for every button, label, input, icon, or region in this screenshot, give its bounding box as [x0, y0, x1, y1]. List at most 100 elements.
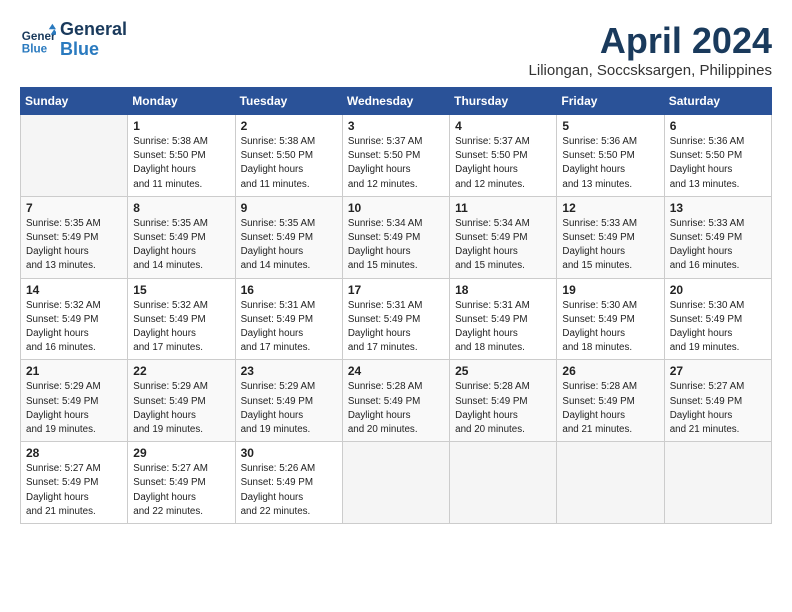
calendar-cell: 8 Sunrise: 5:35 AMSunset: 5:49 PMDaylight… — [128, 196, 235, 278]
day-info: Sunrise: 5:36 AMSunset: 5:50 PMDaylight … — [562, 135, 658, 192]
day-number: 10 — [348, 201, 444, 215]
logo: General Blue General Blue — [20, 20, 127, 60]
day-number: 21 — [26, 364, 122, 378]
day-info: Sunrise: 5:29 AMSunset: 5:49 PMDaylight … — [133, 380, 229, 437]
calendar-cell: 1 Sunrise: 5:38 AMSunset: 5:50 PMDaylight… — [128, 115, 235, 197]
day-number: 12 — [562, 201, 658, 215]
day-info: Sunrise: 5:29 AMSunset: 5:49 PMDaylight … — [241, 380, 337, 437]
logo-text-blue: Blue — [60, 40, 127, 60]
day-number: 24 — [348, 364, 444, 378]
day-info: Sunrise: 5:38 AMSunset: 5:50 PMDaylight … — [133, 135, 229, 192]
calendar-cell — [557, 442, 664, 524]
day-info: Sunrise: 5:35 AMSunset: 5:49 PMDaylight … — [241, 217, 337, 274]
calendar-cell — [664, 442, 771, 524]
calendar-cell: 15 Sunrise: 5:32 AMSunset: 5:49 PMDayligh… — [128, 278, 235, 360]
calendar-cell — [450, 442, 557, 524]
calendar-cell: 18 Sunrise: 5:31 AMSunset: 5:49 PMDayligh… — [450, 278, 557, 360]
calendar-cell: 13 Sunrise: 5:33 AMSunset: 5:49 PMDayligh… — [664, 196, 771, 278]
day-number: 27 — [670, 364, 766, 378]
logo-text-general: General — [60, 20, 127, 40]
day-number: 3 — [348, 119, 444, 133]
calendar-cell: 30Sunrise: 5:26 AMSunset: 5:49 PMDayligh… — [235, 442, 342, 524]
calendar-cell: 2 Sunrise: 5:38 AMSunset: 5:50 PMDaylight… — [235, 115, 342, 197]
calendar-cell: 28 Sunrise: 5:27 AMSunset: 5:49 PMDayligh… — [21, 442, 128, 524]
day-number: 4 — [455, 119, 551, 133]
calendar-cell: 25 Sunrise: 5:28 AMSunset: 5:49 PMDayligh… — [450, 360, 557, 442]
day-number: 2 — [241, 119, 337, 133]
calendar-cell: 11Sunrise: 5:34 AMSunset: 5:49 PMDayligh… — [450, 196, 557, 278]
day-number: 19 — [562, 283, 658, 297]
month-title: April 2024 — [529, 20, 772, 62]
day-number: 13 — [670, 201, 766, 215]
calendar-week-row-4: 21 Sunrise: 5:29 AMSunset: 5:49 PMDayligh… — [21, 360, 772, 442]
calendar-cell: 4 Sunrise: 5:37 AMSunset: 5:50 PMDaylight… — [450, 115, 557, 197]
svg-text:Blue: Blue — [22, 42, 48, 55]
calendar-cell: 10Sunrise: 5:34 AMSunset: 5:49 PMDayligh… — [342, 196, 449, 278]
calendar-cell — [21, 115, 128, 197]
weekday-header-friday: Friday — [557, 88, 664, 115]
weekday-header-wednesday: Wednesday — [342, 88, 449, 115]
day-info: Sunrise: 5:31 AMSunset: 5:49 PMDaylight … — [241, 299, 337, 356]
day-info: Sunrise: 5:33 AMSunset: 5:49 PMDaylight … — [670, 217, 766, 274]
svg-text:General: General — [22, 30, 56, 43]
calendar-cell: 6Sunrise: 5:36 AMSunset: 5:50 PMDaylight… — [664, 115, 771, 197]
calendar-cell: 9 Sunrise: 5:35 AMSunset: 5:49 PMDaylight… — [235, 196, 342, 278]
day-info: Sunrise: 5:27 AMSunset: 5:49 PMDaylight … — [133, 462, 229, 519]
day-info: Sunrise: 5:31 AMSunset: 5:49 PMDaylight … — [455, 299, 551, 356]
calendar-cell: 20 Sunrise: 5:30 AMSunset: 5:49 PMDayligh… — [664, 278, 771, 360]
day-number: 17 — [348, 283, 444, 297]
day-number: 28 — [26, 446, 122, 460]
day-info: Sunrise: 5:36 AMSunset: 5:50 PMDaylight … — [670, 135, 766, 192]
calendar-cell: 12 Sunrise: 5:33 AMSunset: 5:49 PMDayligh… — [557, 196, 664, 278]
calendar-week-row-3: 14 Sunrise: 5:32 AMSunset: 5:49 PMDayligh… — [21, 278, 772, 360]
day-info: Sunrise: 5:32 AMSunset: 5:49 PMDaylight … — [133, 299, 229, 356]
day-info: Sunrise: 5:38 AMSunset: 5:50 PMDaylight … — [241, 135, 337, 192]
calendar-cell: 24 Sunrise: 5:28 AMSunset: 5:49 PMDayligh… — [342, 360, 449, 442]
calendar-table: SundayMondayTuesdayWednesdayThursdayFrid… — [20, 87, 772, 524]
day-info: Sunrise: 5:33 AMSunset: 5:49 PMDaylight … — [562, 217, 658, 274]
day-number: 16 — [241, 283, 337, 297]
day-number: 14 — [26, 283, 122, 297]
calendar-cell: 22Sunrise: 5:29 AMSunset: 5:49 PMDayligh… — [128, 360, 235, 442]
calendar-cell: 19 Sunrise: 5:30 AMSunset: 5:49 PMDayligh… — [557, 278, 664, 360]
day-number: 26 — [562, 364, 658, 378]
day-info: Sunrise: 5:30 AMSunset: 5:49 PMDaylight … — [562, 299, 658, 356]
calendar-cell: 17 Sunrise: 5:31 AMSunset: 5:49 PMDayligh… — [342, 278, 449, 360]
day-number: 9 — [241, 201, 337, 215]
calendar-cell: 29 Sunrise: 5:27 AMSunset: 5:49 PMDayligh… — [128, 442, 235, 524]
day-info: Sunrise: 5:35 AMSunset: 5:49 PMDaylight … — [26, 217, 122, 274]
calendar-cell: 7 Sunrise: 5:35 AMSunset: 5:49 PMDaylight… — [21, 196, 128, 278]
day-number: 18 — [455, 283, 551, 297]
weekday-header-saturday: Saturday — [664, 88, 771, 115]
calendar-cell: 23Sunrise: 5:29 AMSunset: 5:49 PMDayligh… — [235, 360, 342, 442]
calendar-cell: 3Sunrise: 5:37 AMSunset: 5:50 PMDaylight… — [342, 115, 449, 197]
weekday-header-sunday: Sunday — [21, 88, 128, 115]
day-info: Sunrise: 5:35 AMSunset: 5:49 PMDaylight … — [133, 217, 229, 274]
page-header: General Blue General Blue April 2024 Lil… — [20, 20, 772, 79]
day-number: 29 — [133, 446, 229, 460]
day-info: Sunrise: 5:27 AMSunset: 5:49 PMDaylight … — [26, 462, 122, 519]
day-info: Sunrise: 5:28 AMSunset: 5:49 PMDaylight … — [455, 380, 551, 437]
day-number: 8 — [133, 201, 229, 215]
day-info: Sunrise: 5:29 AMSunset: 5:49 PMDaylight … — [26, 380, 122, 437]
day-info: Sunrise: 5:34 AMSunset: 5:49 PMDaylight … — [455, 217, 551, 274]
day-info: Sunrise: 5:26 AMSunset: 5:49 PMDaylight … — [241, 462, 337, 519]
day-number: 15 — [133, 283, 229, 297]
calendar-cell — [342, 442, 449, 524]
day-info: Sunrise: 5:31 AMSunset: 5:49 PMDaylight … — [348, 299, 444, 356]
calendar-week-row-5: 28 Sunrise: 5:27 AMSunset: 5:49 PMDayligh… — [21, 442, 772, 524]
day-number: 7 — [26, 201, 122, 215]
day-number: 20 — [670, 283, 766, 297]
day-info: Sunrise: 5:30 AMSunset: 5:49 PMDaylight … — [670, 299, 766, 356]
day-info: Sunrise: 5:32 AMSunset: 5:49 PMDaylight … — [26, 299, 122, 356]
day-info: Sunrise: 5:28 AMSunset: 5:49 PMDaylight … — [348, 380, 444, 437]
logo-icon: General Blue — [20, 22, 56, 58]
day-number: 25 — [455, 364, 551, 378]
day-number: 5 — [562, 119, 658, 133]
day-info: Sunrise: 5:28 AMSunset: 5:49 PMDaylight … — [562, 380, 658, 437]
day-number: 1 — [133, 119, 229, 133]
title-block: April 2024 Liliongan, Soccsksargen, Phil… — [529, 20, 772, 79]
calendar-cell: 16 Sunrise: 5:31 AMSunset: 5:49 PMDayligh… — [235, 278, 342, 360]
day-info: Sunrise: 5:37 AMSunset: 5:50 PMDaylight … — [455, 135, 551, 192]
calendar-cell: 21 Sunrise: 5:29 AMSunset: 5:49 PMDayligh… — [21, 360, 128, 442]
